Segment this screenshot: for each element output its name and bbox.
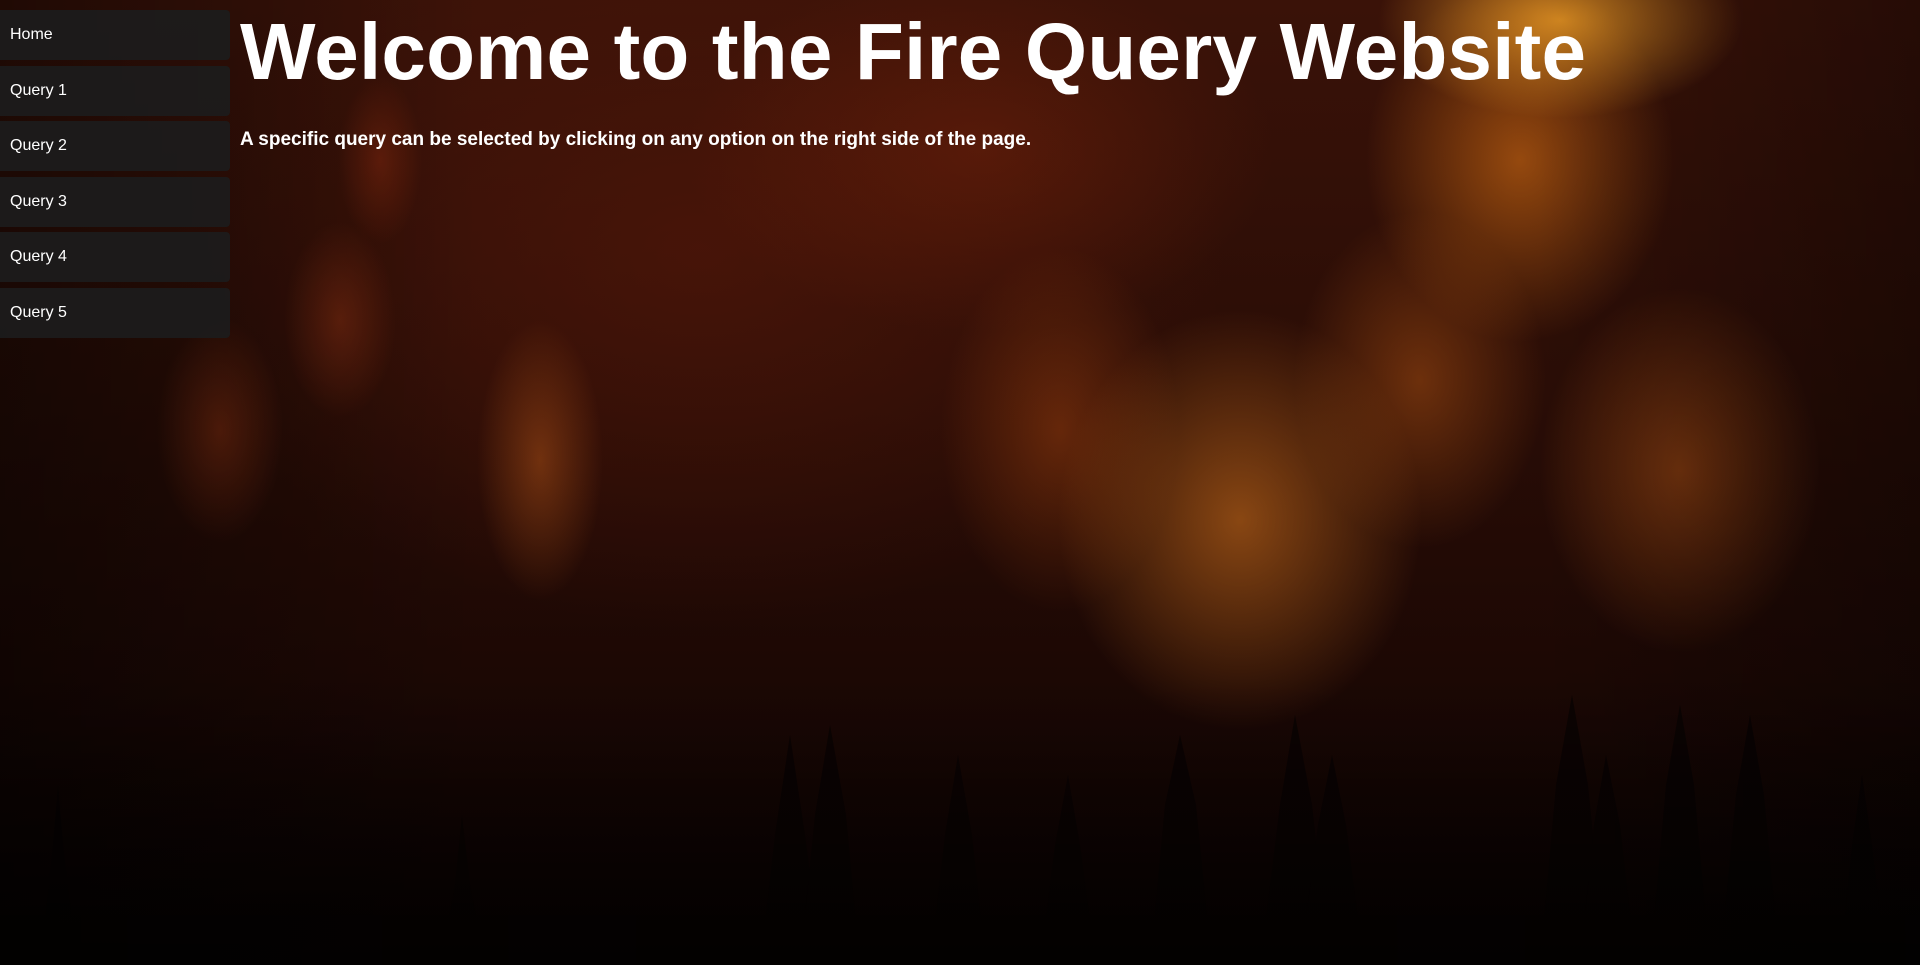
nav-item-query-5[interactable]: Query 5 (0, 287, 230, 338)
sidebar-nav: Home Query 1 Query 2 Query 3 Query 4 Que… (0, 10, 230, 343)
nav-item-query-4[interactable]: Query 4 (0, 232, 230, 282)
nav-item-home[interactable]: Home (0, 10, 230, 60)
nav-item-query-1[interactable]: Query 1 (0, 65, 230, 116)
nav-item-query-2[interactable]: Query 2 (0, 121, 230, 171)
nav-item-query-3[interactable]: Query 3 (0, 176, 230, 227)
main-content: Welcome to the Fire Query Website A spec… (240, 0, 1586, 152)
page-title: Welcome to the Fire Query Website (240, 7, 1587, 96)
page-subtitle: A specific query can be selected by clic… (240, 129, 1032, 150)
